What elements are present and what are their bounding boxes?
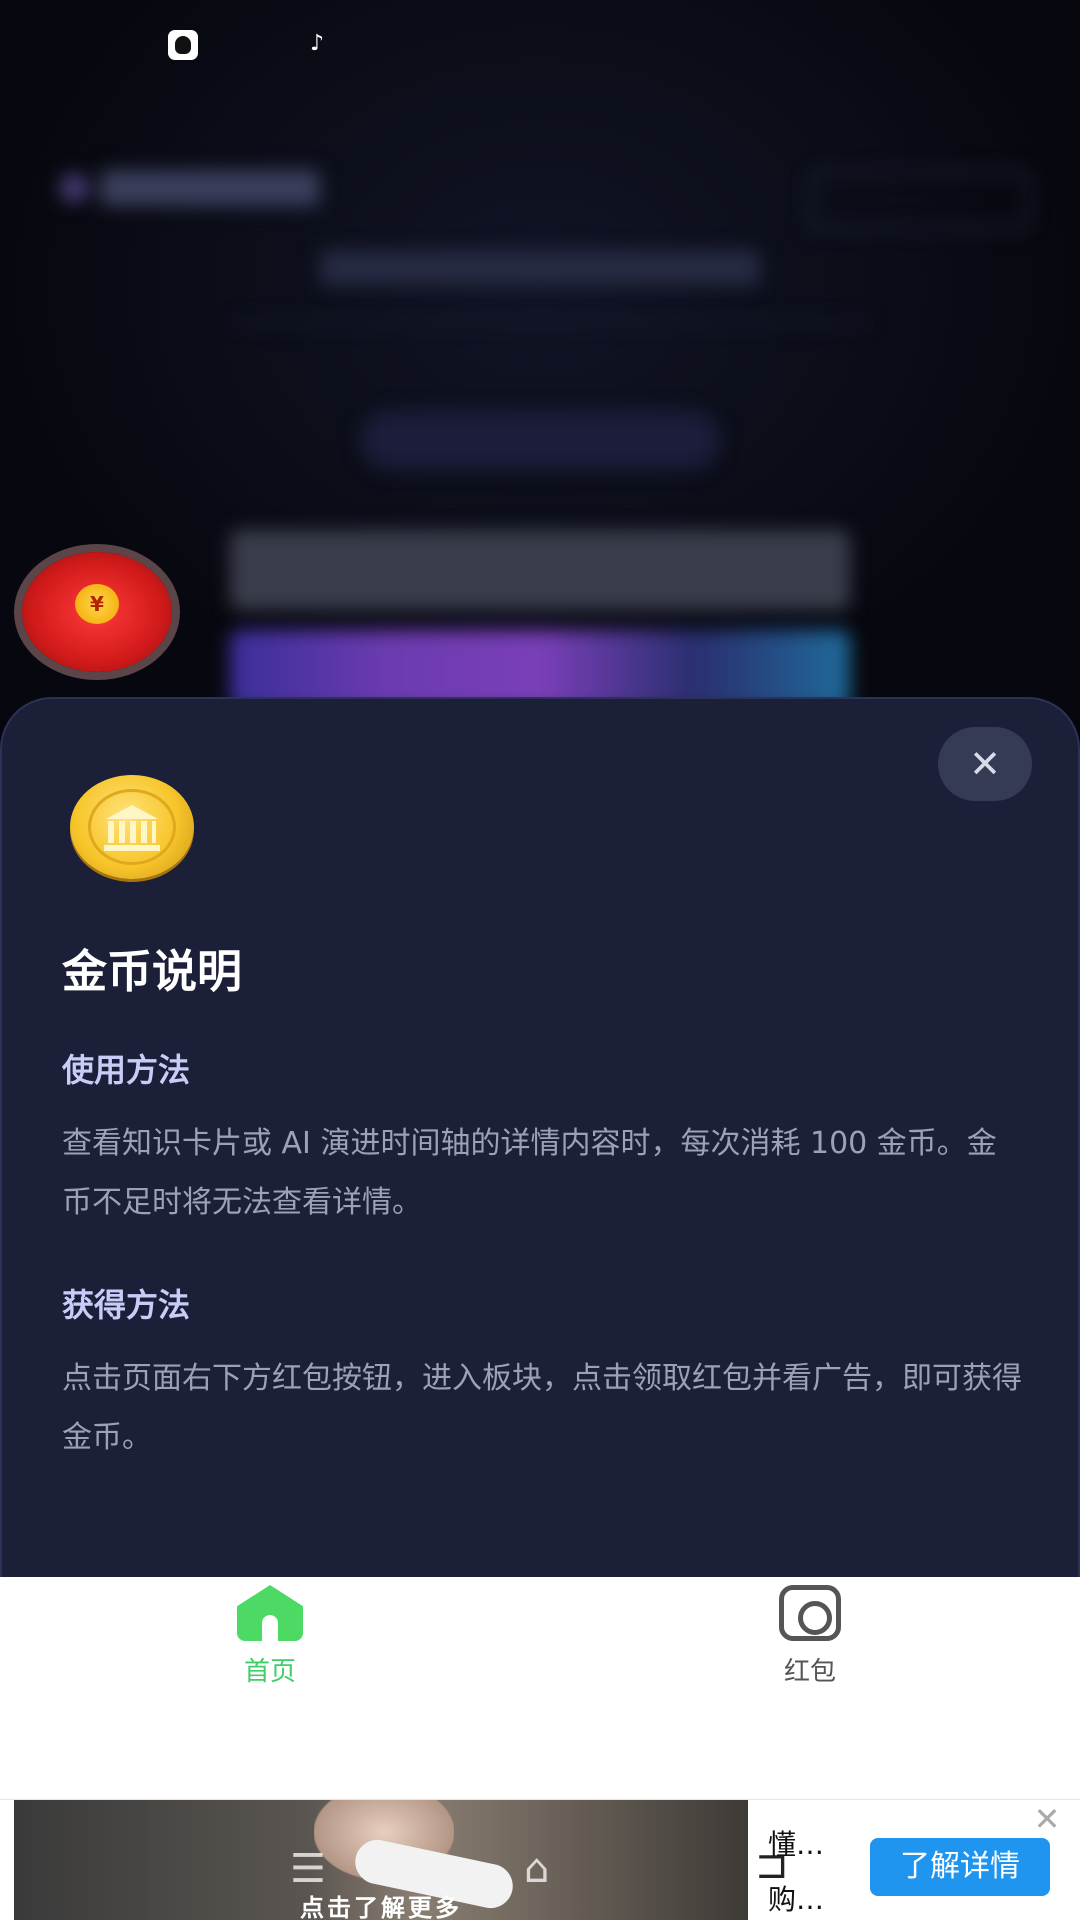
background-button	[810, 170, 1030, 230]
gold-coin-icon	[70, 775, 194, 879]
background-subtitle	[320, 250, 760, 286]
home-icon	[237, 1585, 303, 1641]
nav-label-red-packet: 红包	[783, 1657, 836, 1687]
qq-icon	[168, 30, 198, 60]
ad-text-line2: 购…	[768, 1883, 825, 1916]
background-chip	[360, 410, 720, 470]
close-icon: ✕	[969, 742, 1001, 786]
nav-item-home[interactable]: 首页	[200, 1585, 340, 1695]
earn-heading: 获得方法	[62, 1286, 191, 1324]
usage-heading: 使用方法	[62, 1051, 191, 1089]
usage-description: 查看知识卡片或 AI 演进时间轴的详情内容时，每次消耗 100 金币。金币不足时…	[62, 1126, 997, 1220]
menu-icon: ☰	[290, 1846, 326, 1892]
background-divider	[230, 320, 870, 324]
close-button[interactable]: ✕	[938, 727, 1032, 801]
camera-icon	[779, 1585, 841, 1641]
ad-caption: 点击了解更多	[300, 1894, 462, 1920]
learn-more-button[interactable]: 了解详情	[870, 1838, 1050, 1896]
yuan-icon: ¥	[75, 584, 119, 624]
ad-text-line1: 懂…	[768, 1828, 825, 1861]
earn-description: 点击页面右下方红包按钮，进入板块，点击领取红包并看广告，即可获得金币。	[62, 1361, 1022, 1455]
background-app-title	[60, 170, 320, 220]
bottom-nav	[0, 1577, 1080, 1799]
nav-item-red-packet[interactable]: 红包	[740, 1585, 880, 1695]
ad-video[interactable]: ☰ ⌂ 点击了解更多	[14, 1800, 748, 1920]
sheet-title: 金币说明	[62, 945, 243, 998]
red-envelope-button[interactable]: ¥	[22, 552, 172, 672]
house-outline-icon: ⌂	[524, 1846, 550, 1892]
status-bar: ♪	[0, 0, 1080, 86]
ad-close-icon[interactable]: ✕	[1030, 1802, 1064, 1836]
nav-label-home: 首页	[243, 1657, 296, 1687]
tiktok-icon: ♪	[309, 31, 325, 56]
background-headline	[230, 530, 850, 610]
